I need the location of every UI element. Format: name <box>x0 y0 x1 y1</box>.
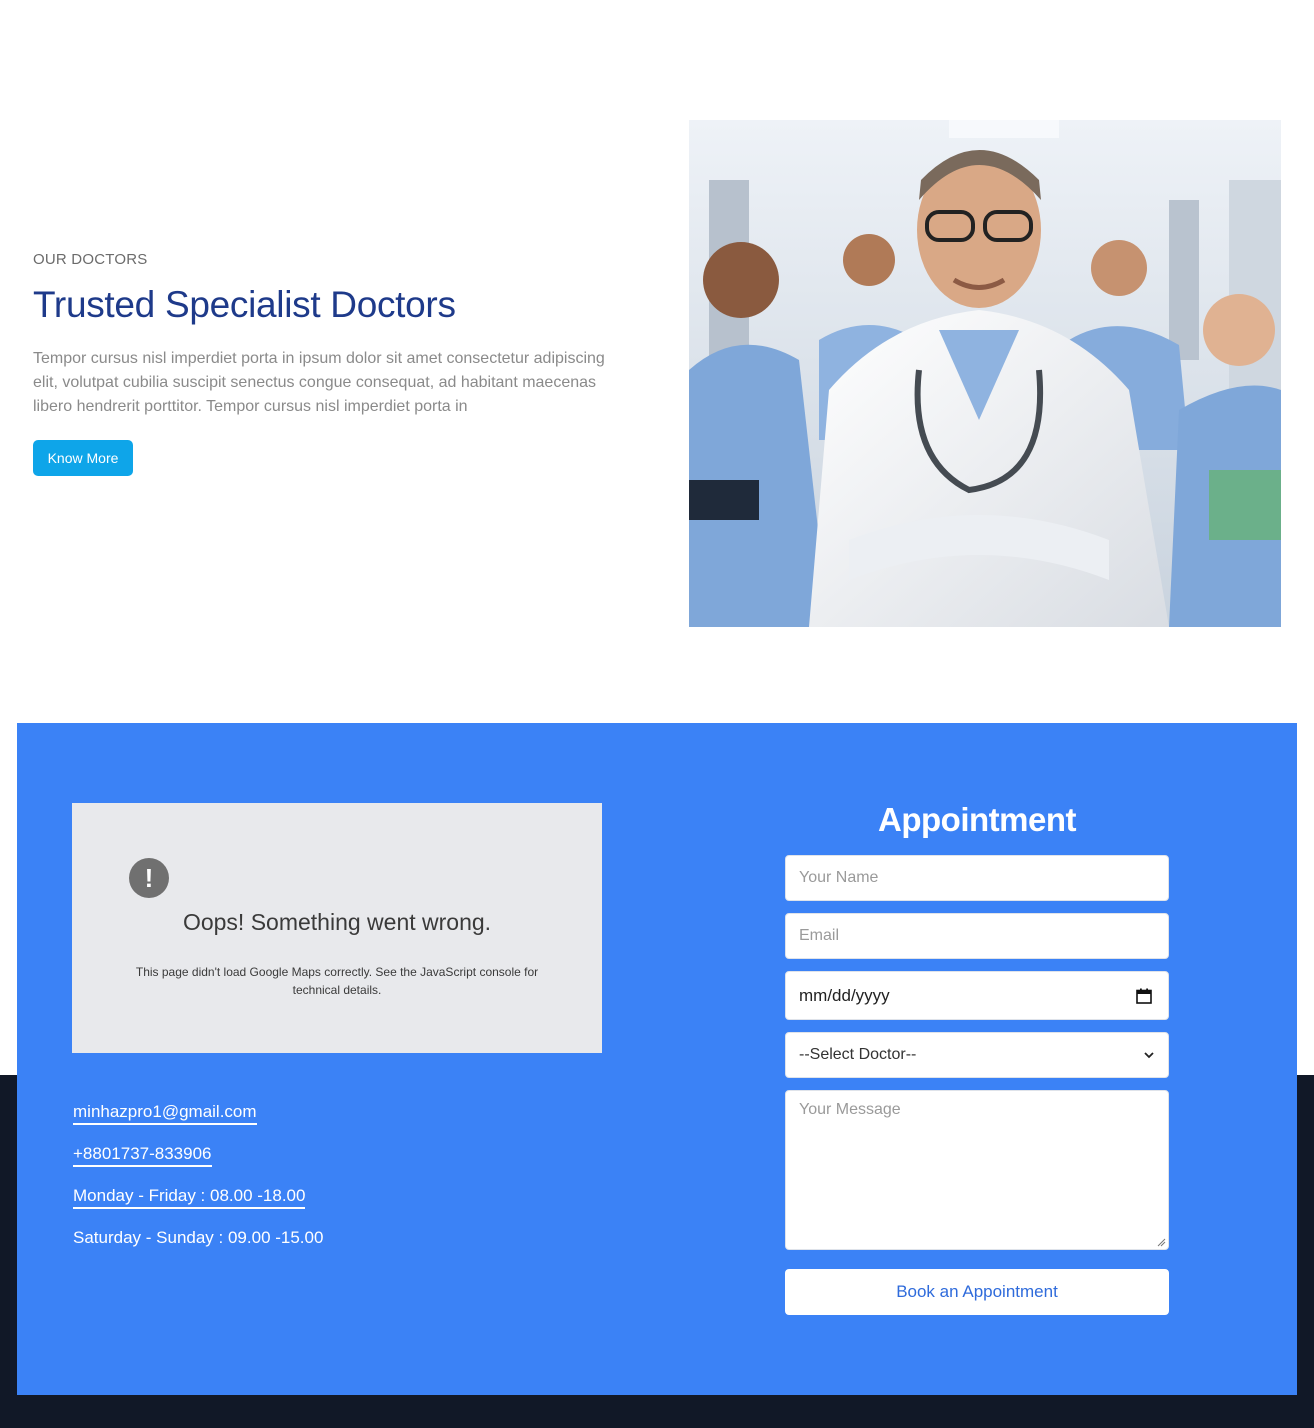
section-description: Tempor cursus nisl imperdiet porta in ip… <box>33 350 605 415</box>
appointment-section: ! Oops! Something went wrong. This page … <box>17 723 1297 1395</box>
doctors-intro: OUR DOCTORS Trusted Specialist Doctors T… <box>33 250 613 476</box>
weekday-hours[interactable]: Monday - Friday : 08.00 -18.00 <box>73 1184 323 1211</box>
map-embed[interactable]: ! Oops! Something went wrong. This page … <box>72 803 602 1053</box>
contact-info: minhazpro1@gmail.com +8801737-833906 Mon… <box>73 1100 323 1268</box>
doctor-select-value: --Select Doctor-- <box>799 1046 917 1063</box>
map-error-title: Oops! Something went wrong. <box>182 909 492 935</box>
calendar-icon[interactable] <box>1136 988 1152 1004</box>
book-appointment-button[interactable]: Book an Appointment <box>785 1269 1169 1315</box>
doctors-photo-illustration <box>689 120 1281 627</box>
message-textarea[interactable]: Your Message <box>785 1090 1169 1250</box>
section-kicker: OUR DOCTORS <box>33 251 148 268</box>
name-input[interactable]: Your Name <box>785 855 1169 901</box>
chevron-down-icon <box>1144 1052 1154 1059</box>
resize-handle-icon[interactable] <box>1157 1238 1166 1247</box>
doctors-photo <box>689 120 1281 627</box>
date-input[interactable]: mm/dd/yyyy <box>785 971 1169 1020</box>
message-placeholder: Your Message <box>799 1101 901 1118</box>
contact-phone-link[interactable]: +8801737-833906 <box>73 1142 323 1169</box>
know-more-button[interactable]: Know More <box>33 440 133 476</box>
contact-email-link[interactable]: minhazpro1@gmail.com <box>73 1100 323 1127</box>
alert-icon: ! <box>129 858 169 898</box>
doctor-select[interactable]: --Select Doctor-- <box>785 1032 1169 1078</box>
weekend-hours: Saturday - Sunday : 09.00 -15.00 <box>73 1228 324 1247</box>
email-input[interactable]: Email <box>785 913 1169 959</box>
appointment-title: Appointment <box>878 801 1076 838</box>
section-headline: Trusted Specialist Doctors <box>33 284 456 325</box>
map-error-message: This page didn't load Google Maps correc… <box>135 965 539 997</box>
date-input-value: mm/dd/yyyy <box>799 986 890 1005</box>
